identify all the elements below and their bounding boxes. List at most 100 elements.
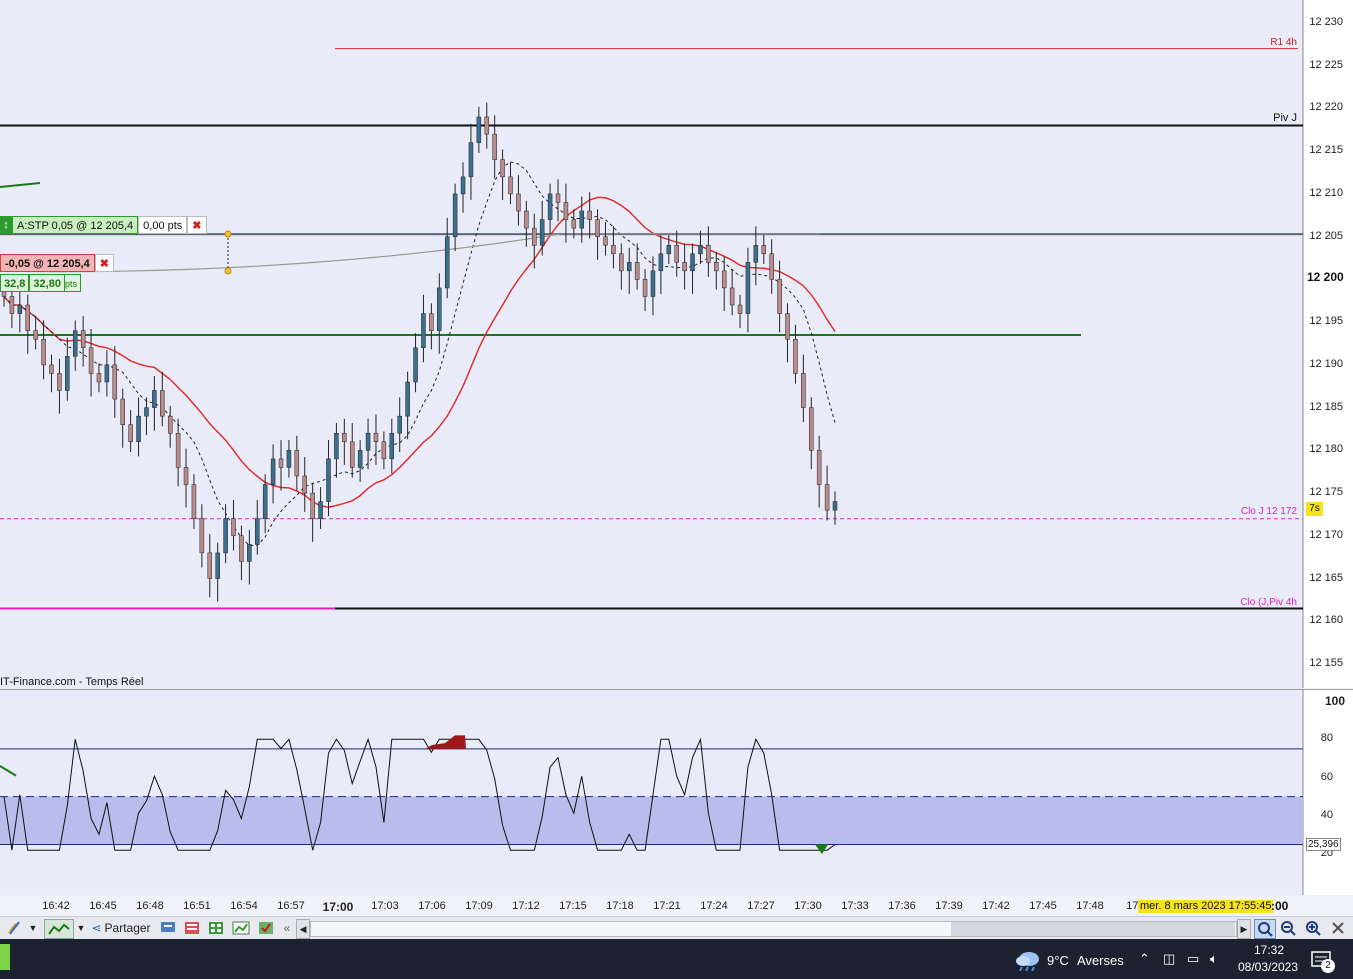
weather-text[interactable]: Averses (1077, 953, 1124, 968)
weather-temp[interactable]: 9°C (1047, 953, 1069, 968)
weather-icon[interactable] (1014, 949, 1042, 976)
chart-type-icon[interactable] (44, 919, 74, 939)
candle-body (405, 381, 410, 417)
stop-order-label[interactable]: A:STP 0,05 @ 12 205,4 (12, 216, 139, 234)
candle-body (152, 390, 157, 408)
zoom-selection-icon[interactable] (1254, 919, 1276, 939)
r1-label: R1 4h (1270, 37, 1297, 48)
time-tick: 16:48 (136, 900, 164, 912)
candle-body (532, 227, 537, 246)
candle-body (9, 296, 15, 314)
short-position-tag[interactable]: -0,05 @ 12 205,4 ✖ (0, 254, 114, 272)
candle-body (611, 244, 616, 255)
candle-body (191, 484, 197, 519)
candle-body (215, 552, 220, 579)
candle-body (310, 492, 315, 519)
order-handle-bottom[interactable] (224, 267, 232, 275)
time-tick: 17:06 (418, 900, 446, 912)
chat-icon[interactable] (158, 919, 178, 937)
time-tick: 17:45 (1029, 900, 1057, 912)
price-tick: 12 195 (1309, 315, 1343, 328)
candle-body (302, 475, 307, 494)
candle-body (642, 279, 648, 297)
price-tick: 12 205 (1309, 229, 1343, 242)
chevron-up-icon[interactable]: ⌃ (1139, 951, 1150, 967)
price-chart[interactable]: R1 4h Piv J Clo J 12 172 Clo (J,Piv 4h 1… (0, 0, 1353, 688)
pivj-label: Piv J (1273, 112, 1297, 124)
time-tick: 17:27 (747, 900, 775, 912)
price-tick: 12 160 (1309, 614, 1343, 627)
table-icon[interactable] (206, 919, 226, 937)
list-icon[interactable] (182, 919, 202, 937)
rsi-canvas[interactable] (0, 689, 1353, 895)
stop-order-tag[interactable]: ↕ A:STP 0,05 @ 12 205,4 0,00 pts ✖ (0, 216, 207, 234)
candle-body (793, 338, 798, 374)
candle-body (650, 270, 656, 297)
candle-body (460, 176, 466, 195)
candle-body (231, 518, 236, 537)
chevron-down-icon[interactable]: ▼ (26, 919, 40, 937)
price-tick: 12 190 (1309, 357, 1343, 370)
short-position-label[interactable]: -0,05 @ 12 205,4 (0, 254, 95, 272)
volume-icon[interactable]: 🔈︎ (1210, 951, 1218, 967)
time-axis[interactable]: 16:42 16:45 16:48 16:51 16:54 16:57 17:00 17:03… (0, 896, 1353, 916)
close-icon[interactable]: ✖ (94, 254, 114, 272)
zoom-in-icon[interactable] (1303, 919, 1323, 937)
candle-body (286, 450, 292, 468)
price-tick: 12 210 (1309, 186, 1343, 199)
candle-body (413, 347, 418, 383)
scroll-left-icon[interactable]: « (280, 919, 294, 937)
candle-body (342, 432, 347, 443)
candle-body (603, 236, 608, 246)
camera-icon[interactable]: ◫ (1163, 951, 1175, 967)
order-handle-top[interactable] (224, 230, 232, 238)
share-button[interactable]: ⋖ Partager (90, 919, 152, 937)
stop-order-pts: 0,00 pts (138, 216, 188, 234)
scrollbar-thumb[interactable] (951, 922, 1235, 936)
tools-icon[interactable] (1328, 919, 1348, 937)
price-tick: 12 185 (1309, 400, 1343, 413)
candle-body (801, 373, 806, 408)
network-icon[interactable]: ▭ (1187, 951, 1199, 967)
zoom-out-icon[interactable] (1278, 919, 1298, 937)
alerts-icon[interactable] (256, 919, 276, 937)
candle-body (223, 518, 228, 554)
time-tick: 16:57 (277, 900, 305, 912)
rsi-panel[interactable]: 100 80 60 40 20 25,396 (0, 689, 1353, 895)
horizontal-scrollbar[interactable] (310, 921, 1237, 937)
app-icon[interactable] (0, 944, 10, 970)
close-icon[interactable]: ✖ (187, 216, 207, 234)
candle-body (373, 432, 379, 443)
candle-body (444, 236, 450, 289)
scroll-left-button[interactable]: ◀ (296, 919, 310, 939)
price-tick: 12 155 (1309, 657, 1343, 669)
position-pnl: 32,8 32,80 pts (0, 274, 81, 292)
clo-label: Clo J 12 172 (1240, 506, 1297, 517)
pnl-value: 32,80 (29, 274, 65, 292)
candle-body (381, 441, 387, 460)
price-tick: 12 170 (1309, 528, 1343, 541)
pnl-unit: pts (64, 274, 81, 292)
clock-time[interactable]: 17:32 (1238, 943, 1300, 957)
candle-body (96, 373, 102, 383)
scroll-right-button[interactable]: ▶ (1237, 919, 1251, 939)
chevron-down-icon[interactable]: ▼ (74, 919, 88, 937)
candle-body (239, 535, 244, 562)
candle-body (563, 202, 569, 220)
clock-date[interactable]: 08/03/2023 (1234, 960, 1302, 974)
drawing-tool-icon[interactable] (2, 919, 24, 937)
price-chart-canvas[interactable] (0, 0, 1353, 688)
screener-icon[interactable] (230, 919, 252, 937)
time-tick: 17:24 (700, 900, 728, 912)
time-tick: 17:39 (935, 900, 963, 912)
candle-body (57, 373, 62, 391)
rsi-tick: 80 (1320, 732, 1333, 745)
candle-body (761, 244, 767, 255)
candle-body (49, 364, 54, 374)
price-tick: 12 180 (1309, 443, 1343, 456)
candle-body (255, 518, 260, 545)
candle-body (112, 364, 118, 400)
rsi-tick: 100 (1324, 694, 1345, 708)
drag-icon[interactable]: ↕ (0, 216, 12, 234)
candle-body (706, 244, 711, 263)
